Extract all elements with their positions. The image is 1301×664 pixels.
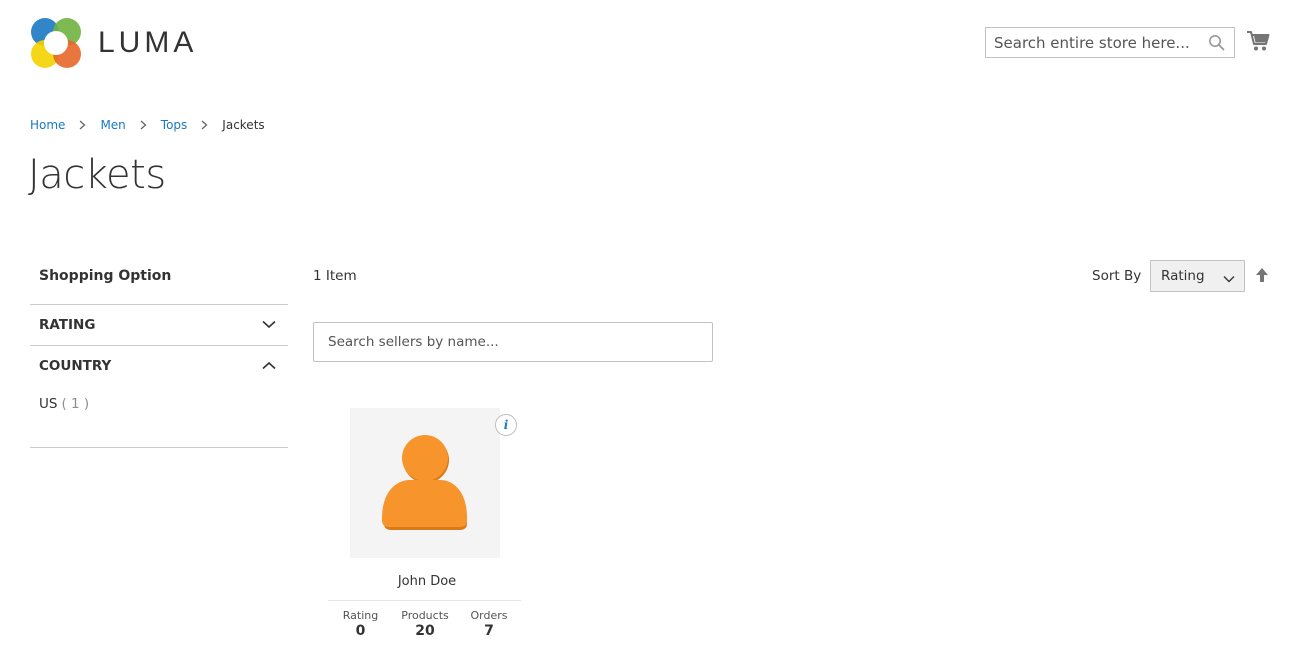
user-avatar-icon xyxy=(382,435,467,530)
breadcrumb: Home Men Tops Jackets xyxy=(30,118,265,132)
breadcrumb-home[interactable]: Home xyxy=(30,118,65,132)
seller-stat-label: Orders xyxy=(470,609,508,622)
seller-stat-value: 20 xyxy=(415,623,435,639)
filter-rating-label: RATING xyxy=(39,317,96,333)
sort-by-value: Rating xyxy=(1161,268,1205,284)
store-search-input[interactable] xyxy=(986,33,1201,52)
breadcrumb-men[interactable]: Men xyxy=(100,118,125,132)
chevron-right-icon xyxy=(140,120,147,130)
seller-stat-value: 7 xyxy=(484,623,494,639)
seller-stat-label: Rating xyxy=(342,609,379,622)
seller-stat-products: Products 20 xyxy=(399,609,451,639)
store-search[interactable] xyxy=(985,27,1235,58)
filter-option-label: US xyxy=(39,396,58,412)
filter-country[interactable]: COUNTRY xyxy=(30,345,288,386)
sort-by-label: Sort By xyxy=(1092,268,1142,284)
toolbar-item-count: 1 Item xyxy=(313,268,357,284)
breadcrumb-current: Jackets xyxy=(222,118,265,132)
seller-stat-orders: Orders 7 xyxy=(468,609,510,639)
breadcrumb-tops[interactable]: Tops xyxy=(161,118,188,132)
logo-text: LUMA xyxy=(98,26,198,59)
chevron-down-icon xyxy=(1223,271,1235,287)
filter-rating[interactable]: RATING xyxy=(30,304,288,345)
chevron-right-icon xyxy=(201,120,208,130)
chevron-right-icon xyxy=(79,120,86,130)
page-title: Jackets xyxy=(28,152,166,198)
luma-logo-icon xyxy=(31,18,81,68)
seller-search[interactable] xyxy=(313,322,713,362)
filter-option-count: ( 1 ) xyxy=(61,396,90,412)
seller-search-input[interactable] xyxy=(314,323,712,361)
info-icon[interactable]: i xyxy=(495,414,517,436)
seller-stat-value: 0 xyxy=(355,623,366,639)
seller-stats-divider xyxy=(328,600,521,601)
arrow-up-icon[interactable] xyxy=(1255,267,1269,287)
filter-country-label: COUNTRY xyxy=(39,358,112,374)
seller-image[interactable] xyxy=(350,408,500,558)
seller-stat-rating: Rating 0 xyxy=(342,609,379,639)
sidebar-filters: Shopping Option RATING COUNTRY US( 1 ) xyxy=(30,258,288,448)
sidebar-divider xyxy=(30,447,288,448)
filter-country-options: US( 1 ) xyxy=(30,386,288,447)
logo[interactable]: LUMA xyxy=(30,17,197,69)
seller-name[interactable]: John Doe xyxy=(328,574,526,589)
shopping-option-title: Shopping Option xyxy=(39,268,172,284)
filter-option-us[interactable]: US( 1 ) xyxy=(39,396,89,412)
search-icon[interactable] xyxy=(1208,34,1225,55)
cart-icon[interactable] xyxy=(1246,30,1270,56)
chevron-down-icon xyxy=(262,317,276,333)
sort-by-select[interactable]: Rating xyxy=(1150,260,1245,292)
chevron-up-icon xyxy=(262,358,276,374)
seller-stat-label: Products xyxy=(401,609,449,622)
